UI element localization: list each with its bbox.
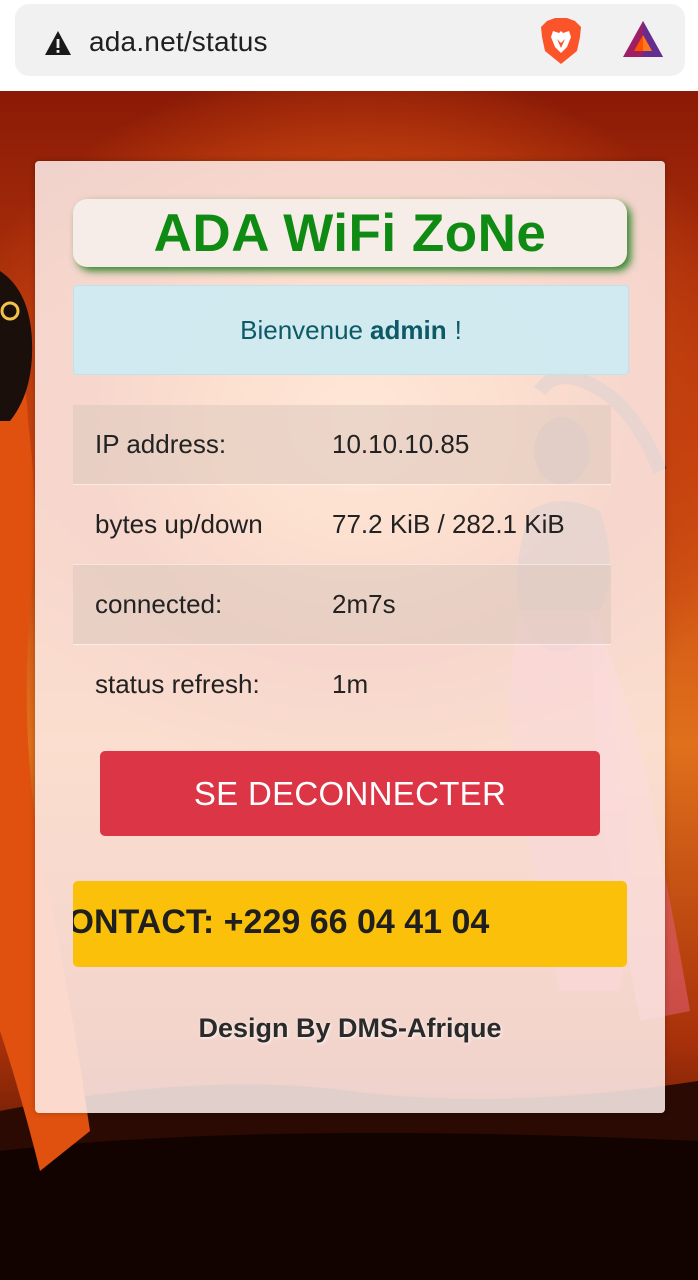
browser-toolbar: ada.net/status (0, 0, 698, 91)
row-label: connected: (95, 589, 223, 619)
url-text[interactable]: ada.net/status (89, 26, 268, 58)
table-row: status refresh: 1m (73, 644, 611, 724)
bat-triangle-icon[interactable] (621, 19, 665, 61)
page-title: ADA WiFi ZoNe (153, 203, 547, 263)
table-row: IP address: 10.10.10.85 (73, 405, 611, 484)
welcome-alert: Bienvenue admin ! (73, 285, 629, 375)
logout-button[interactable]: SE DECONNECTER (100, 751, 600, 836)
row-label: bytes up/down (95, 509, 263, 539)
brave-lion-icon[interactable] (539, 17, 583, 65)
status-table: IP address: 10.10.10.85 bytes up/down 77… (73, 405, 611, 724)
contact-marquee: CONTACT: +229 66 04 41 04 (73, 881, 627, 967)
status-card: ADA WiFi ZoNe Bienvenue admin ! IP addre… (35, 161, 665, 1113)
table-row: bytes up/down 77.2 KiB / 282.1 KiB (73, 484, 611, 564)
title-banner: ADA WiFi ZoNe (73, 199, 627, 267)
table-row: connected: 2m7s (73, 564, 611, 644)
welcome-text: Bienvenue (240, 314, 364, 345)
footer-credit: Design By DMS-Afrique (198, 1013, 502, 1043)
row-value: 77.2 KiB / 282.1 KiB (332, 509, 565, 539)
welcome-suffix: ! (454, 314, 462, 345)
username: admin (370, 314, 447, 345)
row-label: status refresh: (95, 669, 260, 699)
row-value: 1m (332, 669, 369, 699)
row-label: IP address: (95, 429, 227, 459)
warning-triangle-icon[interactable] (44, 30, 72, 56)
row-value: 10.10.10.85 (332, 429, 470, 459)
row-value: 2m7s (332, 589, 396, 619)
contact-text: CONTACT: +229 66 04 41 04 (73, 903, 490, 941)
address-bar[interactable]: ada.net/status (15, 4, 685, 76)
